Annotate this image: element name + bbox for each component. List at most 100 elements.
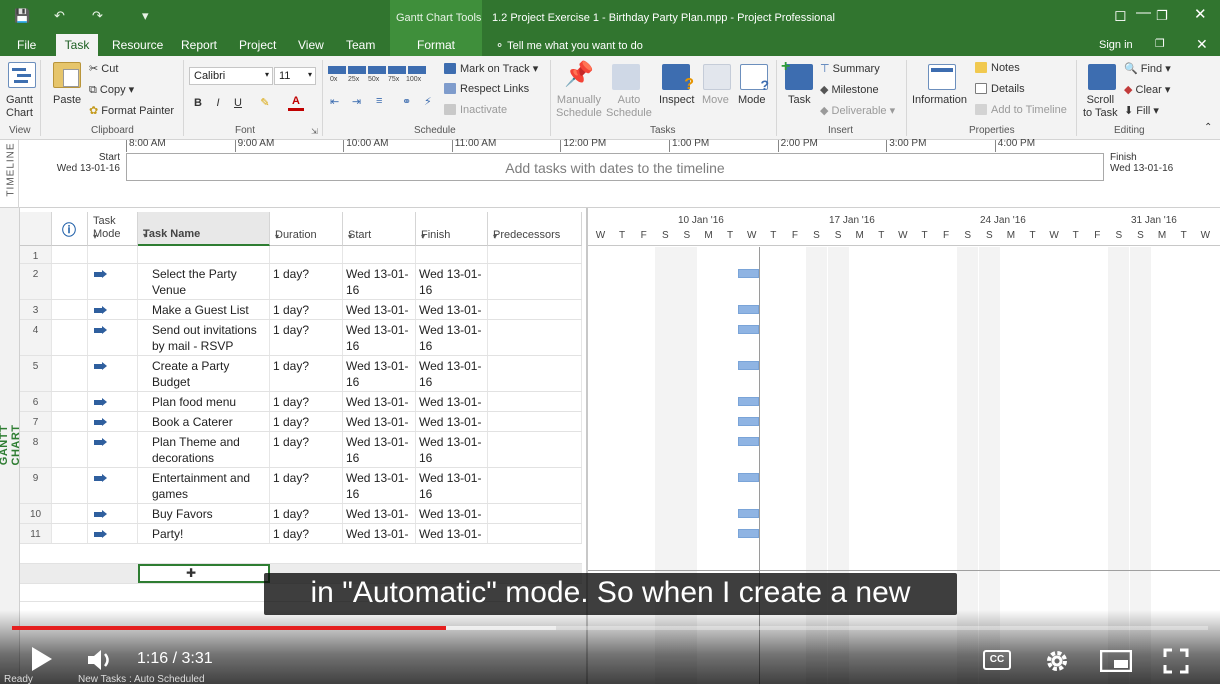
predecessors-cell[interactable] — [488, 320, 582, 355]
information-button[interactable]: Information — [912, 94, 967, 106]
indicator-cell[interactable] — [52, 412, 88, 431]
auto-schedule-button[interactable]: Auto Schedule — [606, 94, 652, 120]
percent-100-icon[interactable] — [408, 66, 426, 74]
task-bar[interactable] — [738, 529, 759, 538]
format-painter-button[interactable]: ✿ Format Painter — [89, 104, 174, 117]
font-name-combo[interactable]: Calibri ▾ — [189, 67, 273, 85]
miniplayer-icon[interactable] — [1100, 650, 1132, 672]
task-mode-cell[interactable] — [88, 432, 138, 467]
predecessors-cell[interactable] — [488, 246, 582, 263]
settings-gear-icon[interactable] — [1044, 648, 1070, 674]
predecessors-cell[interactable] — [488, 356, 582, 391]
task-mode-cell[interactable] — [88, 412, 138, 431]
font-color-icon[interactable]: A — [288, 95, 304, 111]
tell-me-search[interactable]: ⚬ Tell me what you want to do — [495, 39, 643, 52]
task-bar[interactable] — [738, 269, 759, 278]
task-name-cell[interactable]: Book a Caterer — [138, 412, 270, 431]
dialog-launcher-icon[interactable]: ⇲ — [311, 127, 318, 136]
milestone-button[interactable]: ◆ Milestone — [820, 83, 879, 96]
predecessors-cell[interactable] — [488, 432, 582, 467]
table-row[interactable]: 8 Plan Theme and decorations 1 day? Wed 13-… — [20, 432, 582, 468]
find-button[interactable]: 🔍 Find ▾ — [1124, 62, 1171, 75]
mark-on-track-button[interactable]: Mark on Track ▾ — [444, 62, 538, 75]
task-mode-header[interactable]: Task Mode ▾ — [88, 212, 138, 246]
unlink-tasks-icon[interactable]: ⚡ — [424, 95, 432, 108]
status-new-tasks-mode[interactable]: New Tasks : Auto Scheduled — [78, 674, 205, 684]
copy-button[interactable]: ⧉ Copy ▾ — [89, 83, 134, 97]
task-name-cell[interactable]: Send out invitations by mail - RSVP — [138, 320, 270, 355]
percent-25-icon[interactable] — [348, 66, 366, 74]
video-progress-bar[interactable] — [12, 626, 1208, 630]
table-row[interactable]: 5 Create a Party Budget 1 day? Wed 13-01-16… — [20, 356, 582, 392]
start-cell[interactable]: Wed 13-01-16 — [343, 320, 416, 355]
sign-in-link[interactable]: Sign in — [1099, 39, 1133, 51]
table-row[interactable]: 7Book a Caterer1 day?Wed 13-01-1Wed 13-0… — [20, 412, 582, 432]
table-row[interactable]: 11Party!1 day?Wed 13-01-1Wed 13-01-1 — [20, 524, 582, 544]
deliverable-button[interactable]: ◆ Deliverable ▾ — [820, 104, 895, 117]
task-mode-cell[interactable] — [88, 320, 138, 355]
outdent-icon[interactable]: ⇤ — [330, 95, 339, 108]
start-cell[interactable]: Wed 13-01-1 — [343, 504, 416, 523]
redo-icon[interactable]: ↷ — [92, 8, 103, 24]
start-cell[interactable]: Wed 13-01-1 — [343, 392, 416, 411]
play-icon[interactable] — [30, 646, 54, 672]
duration-cell[interactable]: 1 day? — [270, 264, 343, 299]
tab-resource[interactable]: Resource — [112, 38, 163, 52]
summary-button[interactable]: ⊤ Summary — [820, 62, 880, 75]
task-name-cell[interactable]: Select the Party Venue — [138, 264, 270, 299]
captions-button[interactable]: CC — [983, 650, 1011, 670]
collapse-ribbon-icon[interactable]: ⌃ — [1204, 122, 1212, 133]
predecessors-cell[interactable] — [488, 524, 582, 543]
finish-cell[interactable]: Wed 13-01-1 — [416, 300, 488, 319]
row-number[interactable]: 11 — [20, 524, 52, 543]
table-row[interactable]: 4 Send out invitations by mail - RSVP 1 da… — [20, 320, 582, 356]
task-mode-cell[interactable] — [88, 468, 138, 503]
task-name-cell[interactable]: Make a Guest List — [138, 300, 270, 319]
predecessors-cell[interactable] — [488, 504, 582, 523]
task-bar[interactable] — [738, 509, 759, 518]
highlight-color-icon[interactable]: ✎ — [257, 95, 273, 111]
indicator-cell[interactable] — [52, 432, 88, 467]
start-cell[interactable]: Wed 13-01-1 — [343, 524, 416, 543]
start-cell[interactable]: Wed 13-01-1 — [343, 412, 416, 431]
task-name-cell[interactable]: Buy Favors — [138, 504, 270, 523]
split-task-icon[interactable]: ≡ — [376, 95, 382, 107]
move-icon[interactable] — [703, 64, 731, 90]
move-button[interactable]: Move — [702, 94, 729, 106]
task-bar[interactable] — [738, 325, 759, 334]
details-button[interactable]: Details — [975, 83, 1025, 95]
tab-file[interactable]: File — [17, 38, 36, 52]
start-cell[interactable]: Wed 13-01-16 — [343, 432, 416, 467]
task-mode-cell[interactable] — [88, 246, 138, 263]
tab-view[interactable]: View — [298, 38, 324, 52]
duration-cell[interactable]: 1 day? — [270, 504, 343, 523]
empty-row[interactable] — [20, 544, 582, 564]
start-cell[interactable]: Wed 13-01-16 — [343, 356, 416, 391]
task-name-cell[interactable]: Plan Theme and decorations — [138, 432, 270, 467]
select-all-header[interactable] — [20, 212, 52, 246]
duration-cell[interactable]: 1 day? — [270, 432, 343, 467]
mode-button[interactable]: Mode — [738, 94, 766, 106]
duration-cell[interactable]: 1 day? — [270, 524, 343, 543]
respect-links-button[interactable]: Respect Links — [444, 83, 529, 95]
task-bar[interactable] — [738, 305, 759, 314]
table-row[interactable]: 10Buy Favors1 day?Wed 13-01-1Wed 13-01-1 — [20, 504, 582, 524]
start-cell[interactable]: Wed 13-01-16 — [343, 468, 416, 503]
tab-team[interactable]: Team — [346, 38, 375, 52]
indicator-cell[interactable] — [52, 264, 88, 299]
task-mode-cell[interactable] — [88, 504, 138, 523]
minimize-icon[interactable]: — — [1136, 4, 1151, 21]
tab-format[interactable]: Format — [417, 38, 455, 52]
paste-button[interactable]: Paste — [53, 94, 81, 106]
predecessors-cell[interactable] — [488, 392, 582, 411]
task-name-header[interactable]: Task Name ▾ — [138, 212, 270, 246]
task-name-cell[interactable]: Party! — [138, 524, 270, 543]
indicator-cell[interactable] — [52, 524, 88, 543]
task-name-cell[interactable]: Entertainment and games — [138, 468, 270, 503]
percent-0-icon[interactable] — [328, 66, 346, 74]
notes-button[interactable]: Notes — [975, 62, 1020, 74]
gantt-chart-icon[interactable] — [8, 62, 36, 88]
start-cell[interactable]: Wed 13-01-16 — [343, 264, 416, 299]
duration-cell[interactable]: 1 day? — [270, 356, 343, 391]
duration-cell[interactable]: 1 day? — [270, 412, 343, 431]
